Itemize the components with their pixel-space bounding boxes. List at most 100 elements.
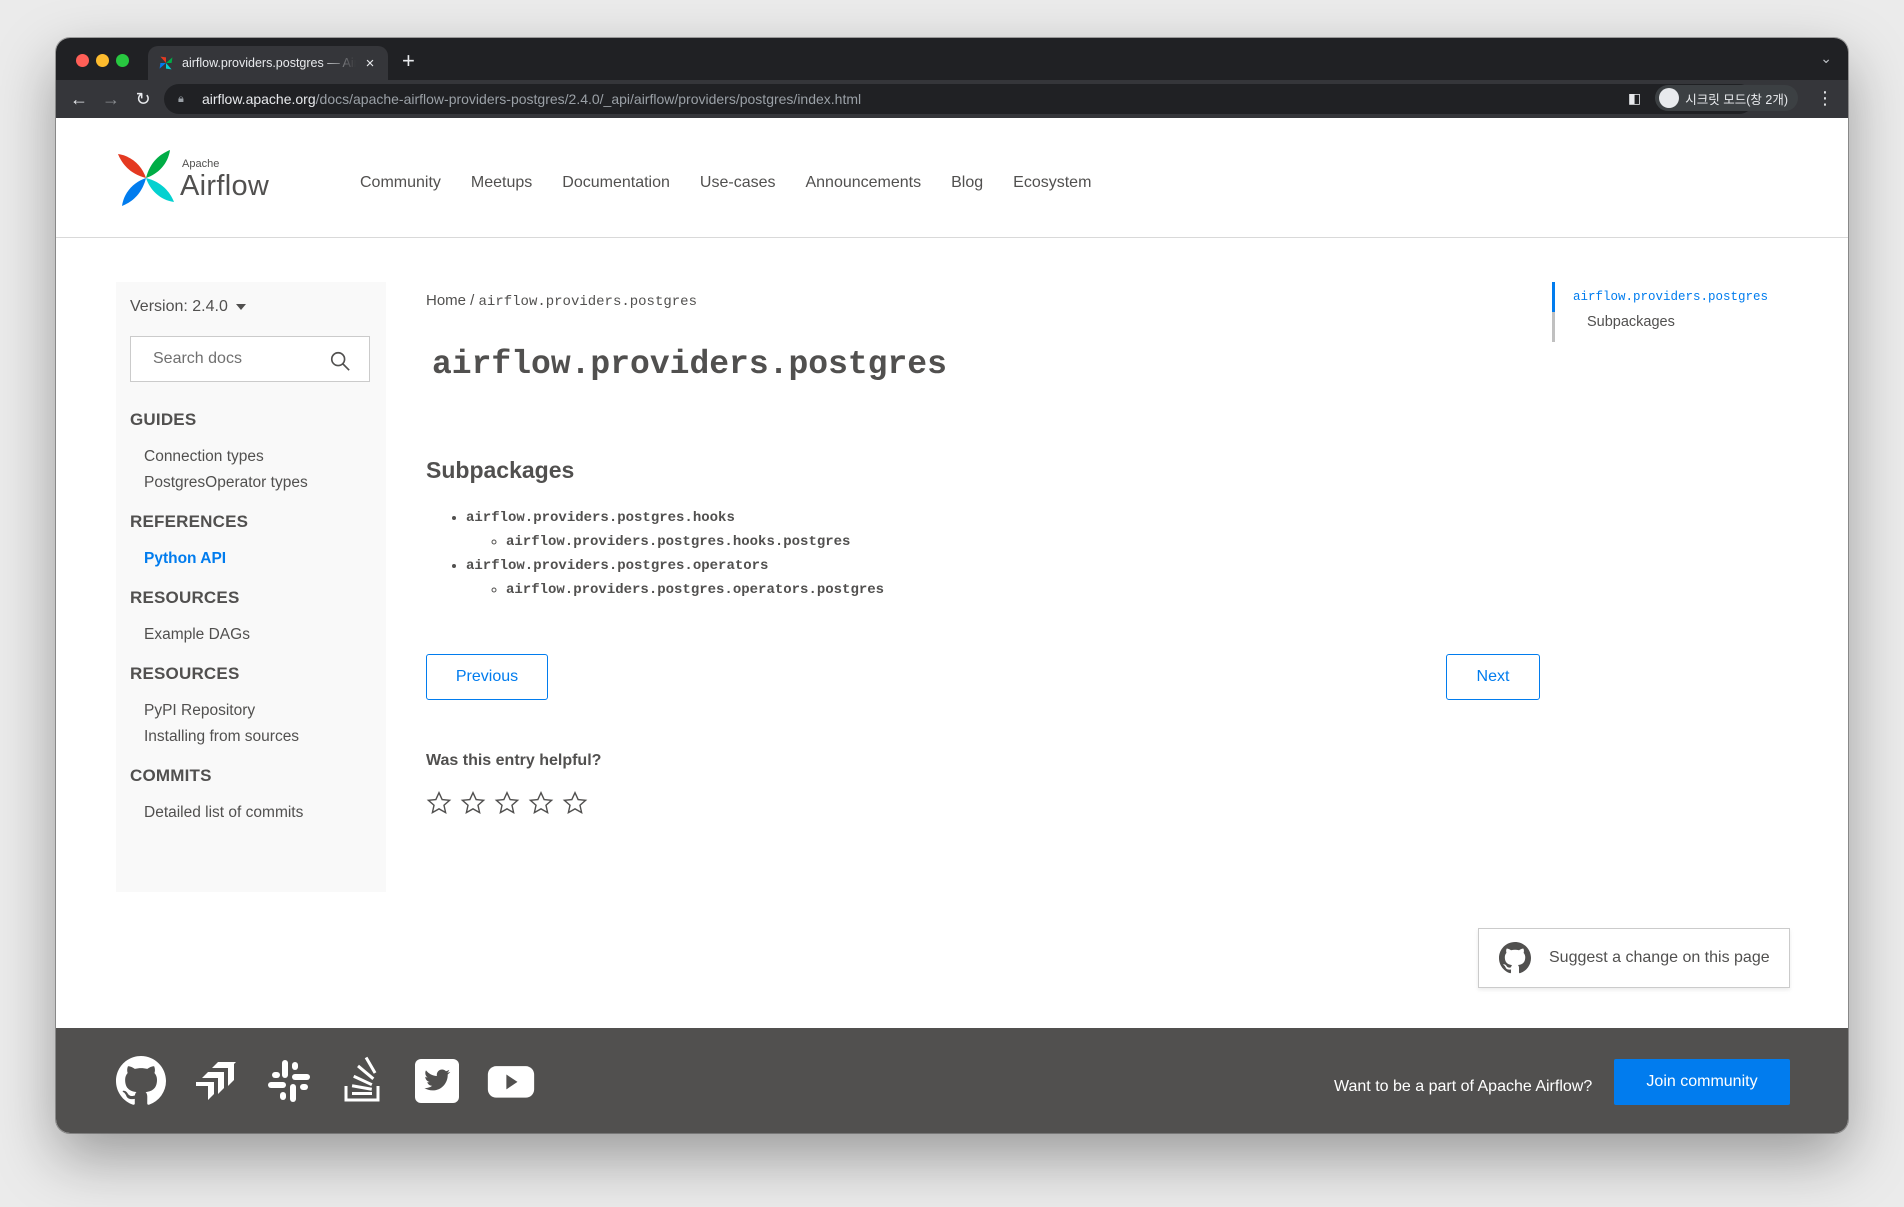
breadcrumb: Home / airflow.providers.postgres	[426, 292, 1536, 310]
suggest-change-button[interactable]: Suggest a change on this page	[1478, 928, 1790, 988]
side-panel-icon[interactable]: ◧	[1628, 90, 1641, 107]
stackoverflow-icon[interactable]	[338, 1056, 388, 1106]
list-item: airflow.providers.postgres.operators.pos…	[506, 578, 1536, 602]
sidebar-section-resources-2: RESOURCES PyPI Repository Installing fro…	[130, 664, 372, 750]
sidebar-link-connection-types[interactable]: Connection types	[144, 444, 372, 470]
subpackage-link[interactable]: airflow.providers.postgres.hooks.postgre…	[506, 534, 850, 550]
browser-menu-icon[interactable]: ⋮	[1816, 88, 1834, 109]
star-icon[interactable]	[494, 790, 520, 816]
subpackages-list: airflow.providers.postgres.hooks airflow…	[426, 506, 1536, 602]
youtube-icon[interactable]	[486, 1056, 536, 1106]
list-item: airflow.providers.postgres.operators air…	[466, 554, 1536, 602]
back-arrow-icon[interactable]: ←	[66, 86, 92, 112]
rating-stars	[426, 790, 1536, 816]
slack-icon[interactable]	[264, 1056, 314, 1106]
sidebar-link-detailed-commits[interactable]: Detailed list of commits	[144, 800, 372, 826]
search-icon[interactable]	[329, 350, 351, 372]
site-footer: Want to be a part of Apache Airflow? Joi…	[56, 1028, 1848, 1133]
docs-sidebar: Version: 2.4.0 GUIDES Connection types P…	[116, 282, 386, 892]
next-button[interactable]: Next	[1446, 654, 1540, 700]
toc-item-module[interactable]: airflow.providers.postgres	[1555, 290, 1768, 304]
tab-search-chevron-icon[interactable]: ⌄	[1820, 50, 1832, 67]
list-item: airflow.providers.postgres.hooks.postgre…	[506, 530, 1536, 554]
twitter-icon[interactable]	[412, 1056, 462, 1106]
social-links	[116, 1056, 536, 1106]
search-docs-input[interactable]	[153, 350, 313, 368]
jira-icon[interactable]	[190, 1056, 240, 1106]
nav-announcements[interactable]: Announcements	[805, 174, 921, 192]
sidebar-link-pypi-repository[interactable]: PyPI Repository	[144, 698, 372, 724]
sidebar-heading: COMMITS	[130, 766, 212, 785]
list-item: airflow.providers.postgres.hooks airflow…	[466, 506, 1536, 554]
caret-down-icon	[235, 303, 246, 310]
subpackage-link[interactable]: airflow.providers.postgres.hooks	[466, 510, 735, 526]
breadcrumb-separator: /	[466, 292, 479, 309]
search-box	[130, 336, 370, 382]
url-path: /docs/apache-airflow-providers-postgres/…	[315, 91, 862, 107]
star-icon[interactable]	[426, 790, 452, 816]
airflow-favicon-icon	[159, 56, 173, 70]
tab-bar: airflow.providers.postgres — Airflow × +…	[56, 38, 1848, 80]
previous-button[interactable]: Previous	[426, 654, 548, 700]
sidebar-link-postgresoperator-types[interactable]: PostgresOperator types	[144, 470, 372, 496]
logo-apache-text: Apache	[182, 158, 220, 170]
reload-icon[interactable]: ↻	[130, 86, 156, 112]
address-bar[interactable]: 🔒︎ airflow.apache.org/docs/apache-airflo…	[164, 84, 1754, 114]
join-community-button[interactable]: Join community	[1614, 1059, 1790, 1105]
toc-item-subpackages[interactable]: Subpackages	[1555, 314, 1768, 330]
toc-active-marker	[1552, 282, 1555, 312]
sidebar-heading: RESOURCES	[130, 664, 240, 683]
new-tab-button[interactable]: +	[402, 48, 415, 74]
star-icon[interactable]	[460, 790, 486, 816]
sidebar-heading: GUIDES	[130, 410, 197, 429]
nav-community[interactable]: Community	[360, 174, 441, 192]
main-nav: Community Meetups Documentation Use-case…	[360, 174, 1121, 192]
version-selector[interactable]: Version: 2.4.0	[130, 298, 372, 316]
lock-icon: 🔒︎	[178, 92, 184, 105]
nav-meetups[interactable]: Meetups	[471, 174, 532, 192]
pager: Previous Next	[426, 654, 1540, 702]
sidebar-heading: REFERENCES	[130, 512, 249, 531]
nav-ecosystem[interactable]: Ecosystem	[1013, 174, 1091, 192]
incognito-badge[interactable]: 시크릿 모드(창 2개)	[1655, 85, 1798, 111]
helpful-question: Was this entry helpful?	[426, 752, 602, 769]
sidebar-section-guides: GUIDES Connection types PostgresOperator…	[130, 410, 372, 496]
main-content: Home / airflow.providers.postgres airflo…	[426, 282, 1540, 816]
incognito-label: 시크릿 모드(창 2개)	[1685, 92, 1788, 107]
nav-documentation[interactable]: Documentation	[562, 174, 670, 192]
forward-arrow-icon[interactable]: →	[98, 86, 124, 112]
sidebar-heading: RESOURCES	[130, 588, 240, 607]
web-page: Apache Airflow Community Meetups Documen…	[56, 118, 1848, 1133]
sidebar-link-python-api[interactable]: Python API	[144, 546, 372, 572]
browser-window: airflow.providers.postgres — Airflow × +…	[56, 38, 1848, 1133]
star-icon[interactable]	[562, 790, 588, 816]
github-icon[interactable]	[116, 1056, 166, 1106]
site-header: Apache Airflow Community Meetups Documen…	[56, 118, 1848, 238]
table-of-contents: airflow.providers.postgres Subpackages	[1552, 282, 1768, 342]
sidebar-section-resources: RESOURCES Example DAGs	[130, 588, 372, 648]
suggest-change-label: Suggest a change on this page	[1549, 949, 1770, 966]
breadcrumb-current: airflow.providers.postgres	[478, 294, 697, 310]
nav-use-cases[interactable]: Use-cases	[700, 174, 776, 192]
airflow-logo[interactable]: Apache Airflow	[116, 148, 276, 210]
subpackages-heading: Subpackages	[426, 457, 575, 483]
sidebar-link-example-dags[interactable]: Example DAGs	[144, 622, 372, 648]
nav-blog[interactable]: Blog	[951, 174, 983, 192]
browser-tab-active[interactable]: airflow.providers.postgres — Airflow ×	[148, 46, 388, 80]
breadcrumb-home[interactable]: Home	[426, 292, 466, 309]
star-icon[interactable]	[528, 790, 554, 816]
profile-area: ◧ 시크릿 모드(창 2개)	[1628, 85, 1798, 111]
maximize-window-button[interactable]	[116, 54, 129, 67]
subpackage-link[interactable]: airflow.providers.postgres.operators.pos…	[506, 582, 884, 598]
subpackage-link[interactable]: airflow.providers.postgres.operators	[466, 558, 768, 574]
minimize-window-button[interactable]	[96, 54, 109, 67]
sidebar-link-installing-from-sources[interactable]: Installing from sources	[144, 724, 372, 750]
sidebar-section-references: REFERENCES Python API	[130, 512, 372, 572]
version-label: Version: 2.4.0	[130, 298, 228, 315]
logo-airflow-text: Airflow	[180, 170, 270, 202]
close-tab-icon[interactable]: ×	[362, 55, 378, 72]
browser-toolbar: ← → ↻ 🔒︎ airflow.apache.org/docs/apache-…	[56, 80, 1848, 118]
airflow-pinwheel-icon	[118, 150, 174, 206]
close-window-button[interactable]	[76, 54, 89, 67]
page-title: airflow.providers.postgres	[432, 346, 947, 383]
